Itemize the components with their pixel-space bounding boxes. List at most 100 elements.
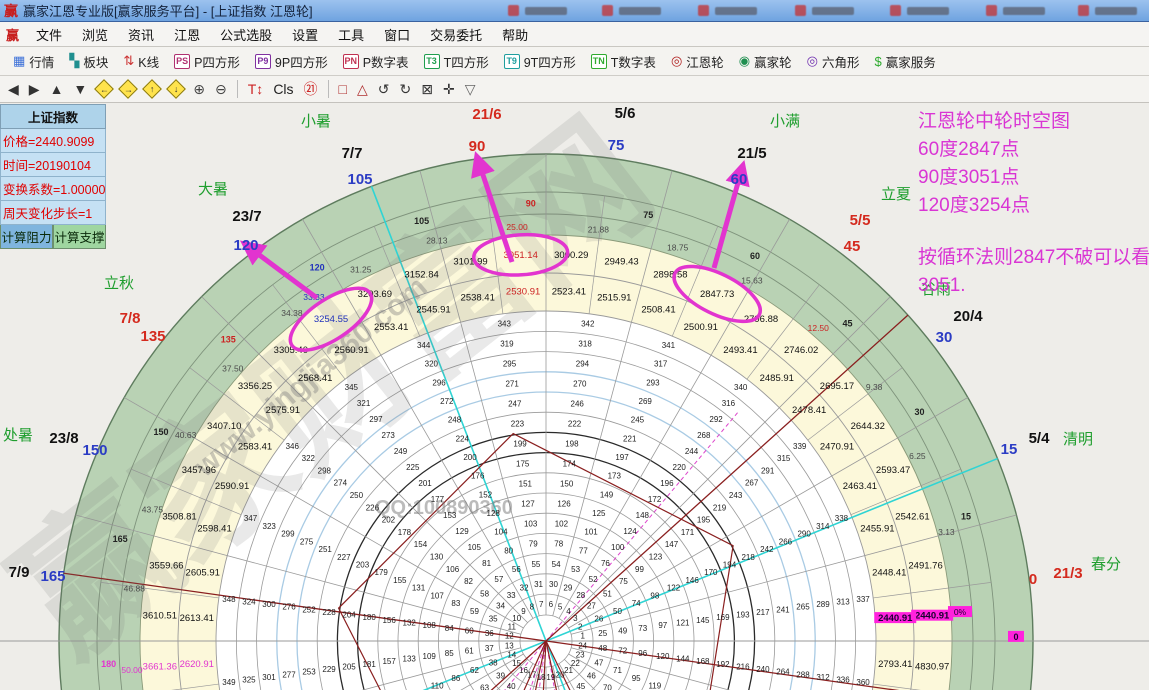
toolbar-button-行情[interactable]: ▦行情 <box>6 49 61 74</box>
svg-text:348: 348 <box>222 595 236 604</box>
svg-text:201: 201 <box>418 479 432 488</box>
svg-text:122: 122 <box>667 584 681 593</box>
svg-text:99: 99 <box>635 565 644 574</box>
pan-left-icon[interactable]: ← <box>94 79 114 99</box>
clear-tool-icon[interactable]: ▽ <box>465 81 476 98</box>
svg-text:18: 18 <box>537 673 546 682</box>
svg-text:314: 314 <box>816 522 830 531</box>
svg-text:300: 300 <box>262 600 276 609</box>
svg-text:192: 192 <box>716 660 730 669</box>
svg-text:3101.99: 3101.99 <box>453 256 487 267</box>
svg-text:7/8: 7/8 <box>120 310 141 327</box>
svg-text:21/6: 21/6 <box>472 106 501 123</box>
zoom-in-icon[interactable]: ⊕ <box>193 81 205 98</box>
svg-text:316: 316 <box>722 399 736 408</box>
svg-text:2: 2 <box>578 622 583 631</box>
zoom-out-icon[interactable]: ⊖ <box>215 81 227 98</box>
calendar-icon[interactable]: ㉑ <box>304 79 318 99</box>
svg-text:3610.51: 3610.51 <box>143 611 177 622</box>
menu-9[interactable]: 帮助 <box>493 23 537 46</box>
svg-text:324: 324 <box>242 597 256 606</box>
svg-text:8: 8 <box>530 602 535 611</box>
pan-up-icon[interactable]: ↑ <box>142 79 162 99</box>
gann-wheel-canvas[interactable]: 赢家财富网www.yingjia360.comQQ:10089036012345… <box>0 0 1149 690</box>
svg-text:203: 203 <box>356 560 370 569</box>
square-tool-icon[interactable]: □ <box>339 81 347 97</box>
pan-right-icon[interactable]: → <box>118 79 138 99</box>
svg-text:107: 107 <box>430 591 444 600</box>
svg-text:30: 30 <box>936 329 953 346</box>
toolbar-button-P数字表[interactable]: PNP数字表 <box>336 49 416 74</box>
svg-text:291: 291 <box>761 466 775 475</box>
menu-2[interactable]: 资讯 <box>119 23 163 46</box>
toolbar-button-P四方形[interactable]: PSP四方形 <box>167 49 247 74</box>
svg-text:34.38: 34.38 <box>281 308 303 318</box>
svg-text:299: 299 <box>281 530 295 539</box>
svg-text:197: 197 <box>615 453 629 462</box>
svg-text:245: 245 <box>631 416 645 425</box>
toolbar-button-T四方形[interactable]: T3T四方形 <box>417 49 496 74</box>
svg-text:150: 150 <box>154 427 169 437</box>
nav-down-icon[interactable]: ▼ <box>73 81 87 97</box>
index-info-panel: 上证指数 价格=2440.9099时间=20190104变换系数=1.00000… <box>0 104 106 249</box>
menu-8[interactable]: 交易委托 <box>421 23 491 46</box>
nav-up-icon[interactable]: ▲ <box>50 81 64 97</box>
toolbar-button-板块[interactable]: ▚板块 <box>62 49 115 74</box>
svg-text:57: 57 <box>494 575 503 584</box>
svg-text:320: 320 <box>425 360 439 369</box>
shrink-icon[interactable]: ✛ <box>443 81 455 98</box>
svg-text:90: 90 <box>469 138 486 155</box>
svg-text:58: 58 <box>480 589 489 598</box>
toolbar-button-T数字表[interactable]: TNT数字表 <box>584 49 663 74</box>
menu-3[interactable]: 江恩 <box>165 23 209 46</box>
svg-text:102: 102 <box>555 520 569 529</box>
toolbar-button-9T四方形[interactable]: T99T四方形 <box>497 49 583 74</box>
svg-text:181: 181 <box>362 660 376 669</box>
svg-text:319: 319 <box>500 339 514 348</box>
pan-down-icon[interactable]: ↓ <box>166 79 186 99</box>
rotate-ccw-icon[interactable]: ↺ <box>378 81 390 98</box>
svg-text:31: 31 <box>534 580 543 589</box>
svg-text:28: 28 <box>576 591 585 600</box>
quote-grid-icon: ▦ <box>13 53 25 69</box>
menu-0[interactable]: 文件 <box>27 23 71 46</box>
axis-toggle-icon[interactable]: T↕ <box>248 81 264 97</box>
svg-text:240: 240 <box>756 665 770 674</box>
svg-text:173: 173 <box>608 472 622 481</box>
toolbar-button-K线[interactable]: ⇅K线 <box>116 49 166 74</box>
menu-6[interactable]: 工具 <box>329 23 373 46</box>
svg-text:120: 120 <box>310 263 325 273</box>
toolbar-button-赢家服务[interactable]: $赢家服务 <box>868 49 943 74</box>
toolbar-button-六角形[interactable]: ◎六角形 <box>800 49 867 74</box>
toolbar-button-9P四方形[interactable]: P99P四方形 <box>248 49 335 74</box>
expand-icon[interactable]: ⊠ <box>421 81 433 98</box>
svg-text:3407.10: 3407.10 <box>207 421 241 432</box>
menu-1[interactable]: 浏览 <box>73 23 117 46</box>
svg-text:75: 75 <box>619 577 628 586</box>
svg-text:290: 290 <box>797 530 811 539</box>
svg-text:120: 120 <box>656 652 670 661</box>
svg-text:3559.66: 3559.66 <box>149 561 183 572</box>
menu-7[interactable]: 窗口 <box>375 23 419 46</box>
cls-button[interactable]: Cls <box>273 81 293 97</box>
menu-5[interactable]: 设置 <box>283 23 327 46</box>
svg-text:31.25: 31.25 <box>350 265 372 275</box>
svg-text:3661.36: 3661.36 <box>143 661 177 672</box>
calc-support-button[interactable]: 计算支撑 <box>53 225 106 249</box>
svg-text:250: 250 <box>350 491 364 500</box>
toolbar-button-江恩轮[interactable]: ◎江恩轮 <box>664 49 731 74</box>
toolbar-button-赢家轮[interactable]: ◉赢家轮 <box>732 49 799 74</box>
svg-text:131: 131 <box>412 584 426 593</box>
rotate-cw-icon[interactable]: ↻ <box>400 81 412 98</box>
svg-text:19: 19 <box>546 673 555 682</box>
svg-text:40.63: 40.63 <box>175 430 197 440</box>
svg-text:342: 342 <box>581 319 595 328</box>
svg-text:2583.41: 2583.41 <box>238 442 272 453</box>
menu-4[interactable]: 公式选股 <box>211 23 281 46</box>
calc-resistance-button[interactable]: 计算阻力 <box>0 225 53 249</box>
svg-text:2568.41: 2568.41 <box>298 373 332 384</box>
nav-right-icon[interactable]: ▶ <box>29 81 40 98</box>
triangle-tool-icon[interactable]: △ <box>357 81 368 98</box>
nav-left-icon[interactable]: ◀ <box>8 81 19 98</box>
svg-text:45: 45 <box>576 682 585 690</box>
